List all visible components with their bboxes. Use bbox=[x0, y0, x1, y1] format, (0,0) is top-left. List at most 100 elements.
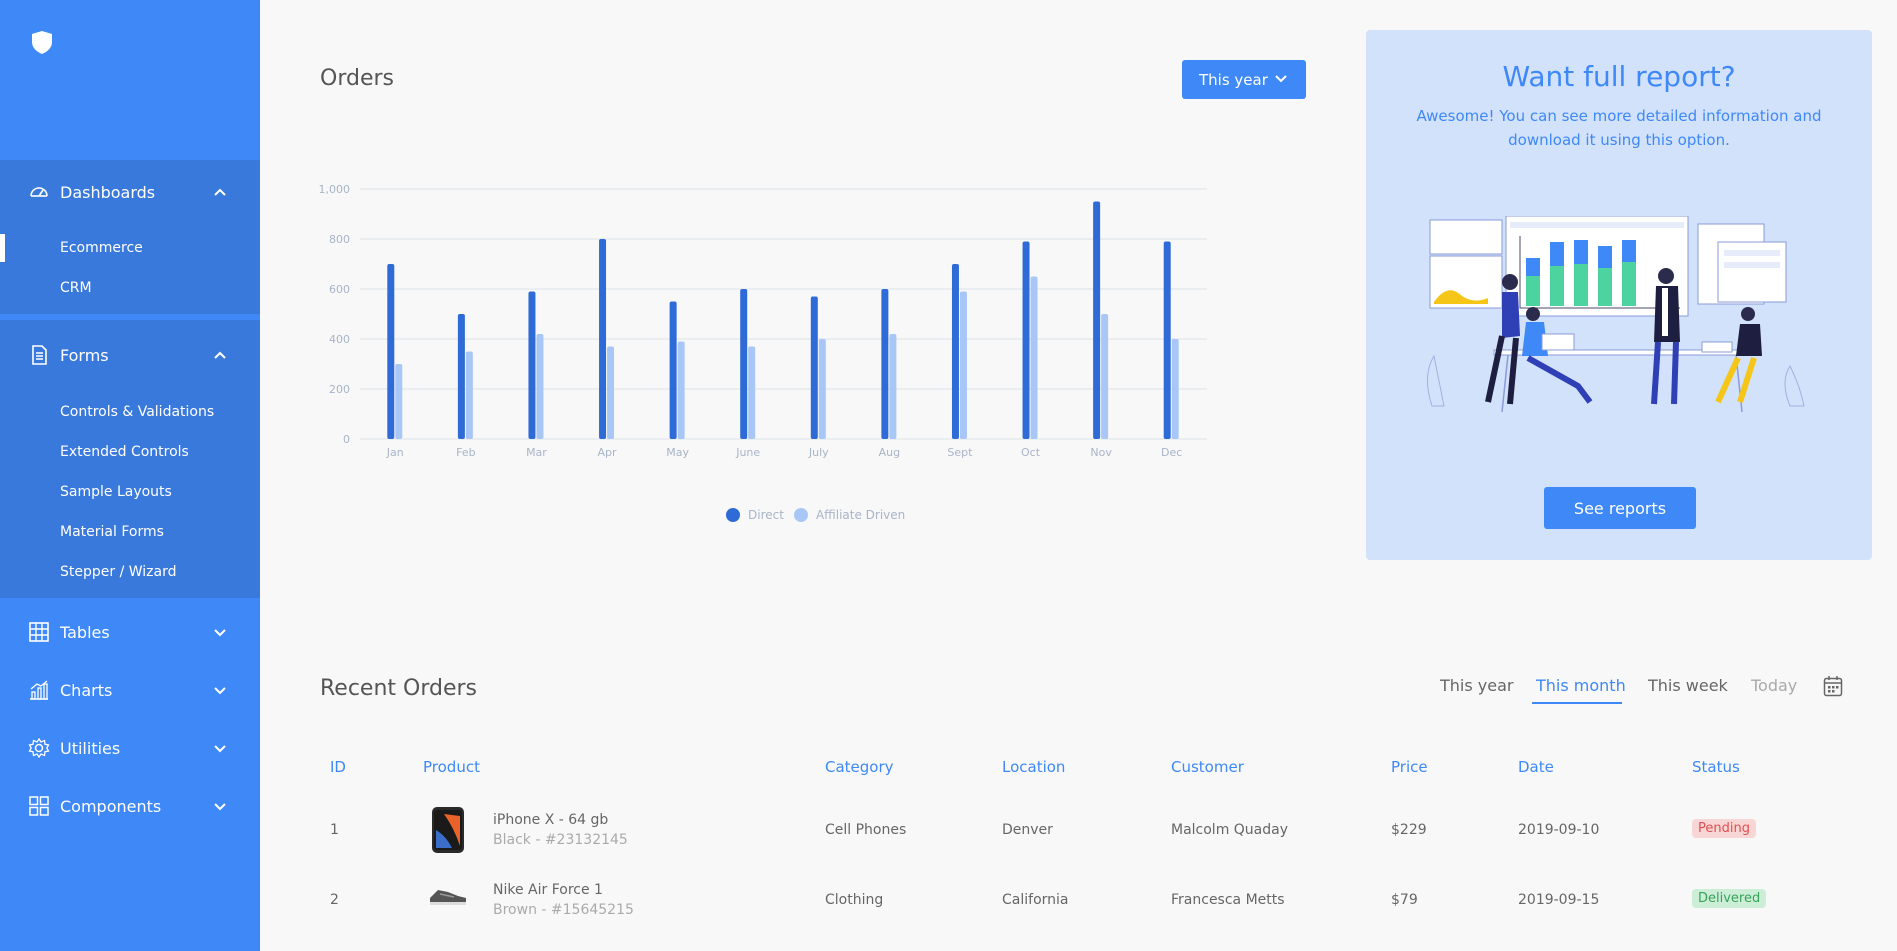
nav-tables[interactable]: Tables bbox=[0, 612, 260, 652]
team-meeting-illustration bbox=[1427, 216, 1805, 413]
nav-tables-label: Tables bbox=[60, 622, 110, 642]
column-header-id[interactable]: ID bbox=[330, 758, 346, 776]
sidebar-item-ecommerce[interactable]: Ecommerce bbox=[60, 237, 143, 259]
bar-affiliate bbox=[607, 346, 615, 439]
bar-direct bbox=[599, 239, 607, 439]
sneaker-product-thumbnail bbox=[430, 890, 466, 905]
legend-item-affiliate[interactable]: Affiliate Driven bbox=[793, 508, 906, 522]
bar-affiliate bbox=[536, 334, 544, 439]
order-category: Clothing bbox=[825, 892, 884, 908]
legend-label-direct: Direct bbox=[748, 508, 784, 522]
sidebar: Dashboards Ecommerce CRM Forms Controls … bbox=[0, 0, 260, 951]
x-tick-label: May bbox=[666, 446, 689, 459]
sidebar-item-extended-controls[interactable]: Extended Controls bbox=[60, 441, 189, 463]
see-reports-button[interactable]: See reports bbox=[1544, 487, 1696, 529]
filter-this-week[interactable]: This week bbox=[1648, 676, 1728, 695]
column-header-price[interactable]: Price bbox=[1391, 758, 1428, 776]
order-price: $79 bbox=[1391, 892, 1418, 908]
sidebar-item-stepper-wizard[interactable]: Stepper / Wizard bbox=[60, 561, 177, 583]
nav-components-label: Components bbox=[60, 796, 162, 816]
bar-direct bbox=[1093, 201, 1101, 439]
legend-item-direct[interactable]: Direct bbox=[726, 508, 784, 522]
y-tick-label: 400 bbox=[329, 333, 350, 346]
report-description: Awesome! You can see more detailed infor… bbox=[1416, 107, 1822, 149]
y-tick-label: 200 bbox=[329, 383, 350, 396]
column-header-product[interactable]: Product bbox=[423, 758, 480, 776]
order-date: 2019-09-15 bbox=[1518, 892, 1600, 908]
status-badge: Delivered bbox=[1692, 889, 1767, 908]
column-header-date[interactable]: Date bbox=[1518, 758, 1554, 776]
order-id: 1 bbox=[330, 822, 339, 838]
range-dropdown-label: This year bbox=[1199, 70, 1268, 89]
report-title: Want full report? bbox=[1502, 60, 1736, 93]
bar-affiliate bbox=[1101, 314, 1109, 439]
gear-icon bbox=[28, 737, 50, 759]
active-filter-underline bbox=[1532, 702, 1622, 704]
bar-affiliate bbox=[889, 334, 897, 439]
orders-bar-chart: 0 200 400 600 800 1,000 Jan Feb Mar Apr May June Jul… bbox=[319, 183, 1207, 459]
product-name[interactable]: iPhone X - 64 gb bbox=[493, 812, 608, 828]
nav-charts-label: Charts bbox=[60, 680, 113, 700]
column-header-category[interactable]: Category bbox=[825, 758, 894, 776]
chevron-up-icon[interactable] bbox=[213, 348, 227, 362]
y-tick-label: 800 bbox=[329, 233, 350, 246]
column-header-location[interactable]: Location bbox=[1002, 758, 1065, 776]
legend-label-affiliate: Affiliate Driven bbox=[815, 508, 906, 522]
nav-utilities[interactable]: Utilities bbox=[0, 728, 260, 768]
order-id: 2 bbox=[330, 892, 339, 908]
sidebar-item-material-forms[interactable]: Material Forms bbox=[60, 521, 164, 543]
x-tick-label: Dec bbox=[1161, 446, 1182, 459]
iphone-product-thumbnail bbox=[432, 807, 464, 853]
gauge-icon bbox=[30, 187, 48, 197]
nav-group-dashboards: Dashboards Ecommerce CRM bbox=[0, 160, 260, 314]
y-tick-label: 1,000 bbox=[319, 183, 351, 196]
x-tick-label: Sept bbox=[947, 446, 973, 459]
chevron-down-icon[interactable] bbox=[213, 741, 227, 755]
filter-this-year[interactable]: This year bbox=[1440, 676, 1513, 695]
legend-swatch-direct bbox=[726, 508, 740, 522]
bar-chart-icon bbox=[30, 680, 48, 700]
x-tick-label: Jan bbox=[386, 446, 404, 459]
shield-logo-icon[interactable] bbox=[29, 29, 55, 55]
bar-direct bbox=[457, 314, 465, 439]
recent-orders-title: Recent Orders bbox=[320, 676, 478, 701]
bar-direct bbox=[951, 264, 959, 439]
chevron-up-icon[interactable] bbox=[213, 185, 227, 199]
order-location: California bbox=[1002, 892, 1069, 908]
nav-dashboards[interactable]: Dashboards bbox=[0, 172, 260, 212]
range-dropdown-button[interactable]: This year bbox=[1182, 60, 1306, 99]
product-name[interactable]: Nike Air Force 1 bbox=[493, 882, 603, 898]
x-tick-label: Apr bbox=[598, 446, 618, 459]
calendar-icon[interactable] bbox=[1823, 675, 1843, 697]
bar-direct bbox=[1163, 241, 1171, 439]
sidebar-item-sample-layouts[interactable]: Sample Layouts bbox=[60, 481, 172, 503]
order-location: Denver bbox=[1002, 822, 1053, 838]
filter-today[interactable]: Today bbox=[1751, 676, 1797, 695]
bar-affiliate bbox=[959, 291, 967, 439]
x-tick-label: July bbox=[808, 446, 829, 459]
nav-components[interactable]: Components bbox=[0, 786, 260, 826]
chevron-down-icon[interactable] bbox=[213, 683, 227, 697]
bar-direct bbox=[1022, 241, 1030, 439]
nav-forms[interactable]: Forms bbox=[0, 335, 260, 375]
chevron-down-icon[interactable] bbox=[213, 799, 227, 813]
bar-direct bbox=[669, 301, 677, 439]
y-tick-label: 0 bbox=[343, 433, 350, 446]
table-grid-icon bbox=[29, 622, 49, 642]
nav-utilities-label: Utilities bbox=[60, 738, 121, 758]
y-tick-label: 600 bbox=[329, 283, 350, 296]
sidebar-item-crm[interactable]: CRM bbox=[60, 277, 92, 299]
order-price: $229 bbox=[1391, 822, 1427, 838]
x-tick-label: June bbox=[735, 446, 760, 459]
bar-direct bbox=[528, 291, 536, 439]
filter-this-month[interactable]: This month bbox=[1536, 676, 1626, 695]
nav-charts[interactable]: Charts bbox=[0, 670, 260, 710]
column-header-customer[interactable]: Customer bbox=[1171, 758, 1244, 776]
sidebar-item-controls-validations[interactable]: Controls & Validations bbox=[60, 401, 214, 423]
bar-affiliate bbox=[1030, 276, 1038, 439]
nav-dashboards-label: Dashboards bbox=[60, 182, 156, 202]
x-tick-label: Nov bbox=[1090, 446, 1112, 459]
legend-swatch-affiliate bbox=[793, 508, 808, 522]
chevron-down-icon[interactable] bbox=[213, 625, 227, 639]
column-header-status[interactable]: Status bbox=[1692, 758, 1740, 776]
